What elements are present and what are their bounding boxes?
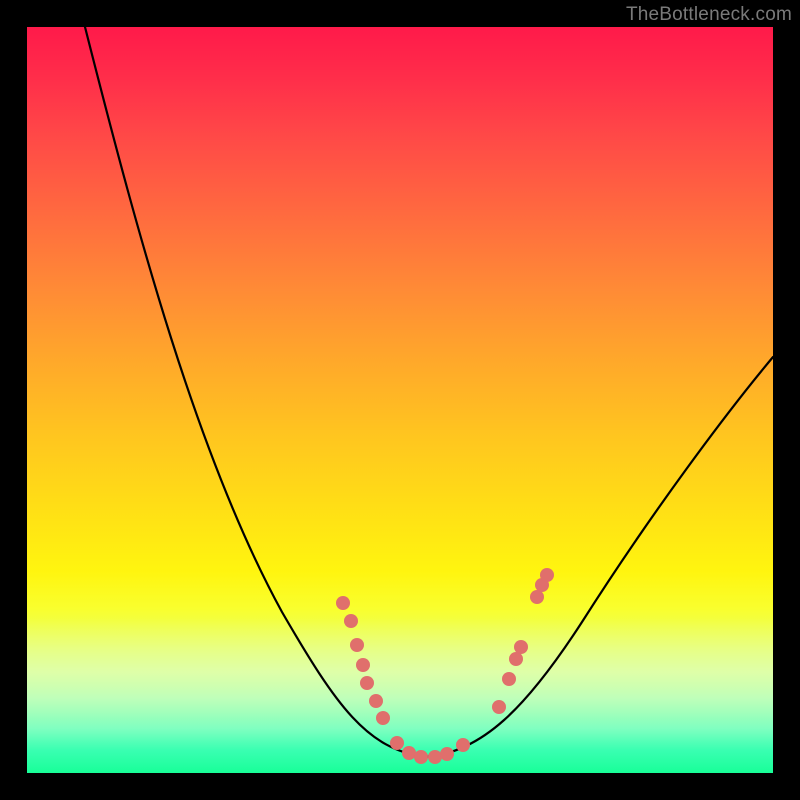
- curve-dot: [502, 672, 516, 686]
- curve-dot: [344, 614, 358, 628]
- curve-dot: [440, 747, 454, 761]
- curve-dot: [369, 694, 383, 708]
- curve-dot: [350, 638, 364, 652]
- curve-dot: [514, 640, 528, 654]
- dots-group: [336, 568, 554, 764]
- curve-dot: [414, 750, 428, 764]
- plot-area: [27, 27, 773, 773]
- curve-dot: [530, 590, 544, 604]
- curve-dot: [509, 652, 523, 666]
- curve-dot: [428, 750, 442, 764]
- curve-dot: [456, 738, 470, 752]
- curve-dot: [336, 596, 350, 610]
- attribution-text: TheBottleneck.com: [626, 4, 792, 26]
- curve-dot: [390, 736, 404, 750]
- curve-dot: [376, 711, 390, 725]
- curve-dot: [356, 658, 370, 672]
- curve-dot: [540, 568, 554, 582]
- bottleneck-chart: [27, 27, 773, 773]
- curve-dot: [402, 746, 416, 760]
- curve-path: [85, 27, 773, 757]
- curve-dot: [492, 700, 506, 714]
- curve-dot: [360, 676, 374, 690]
